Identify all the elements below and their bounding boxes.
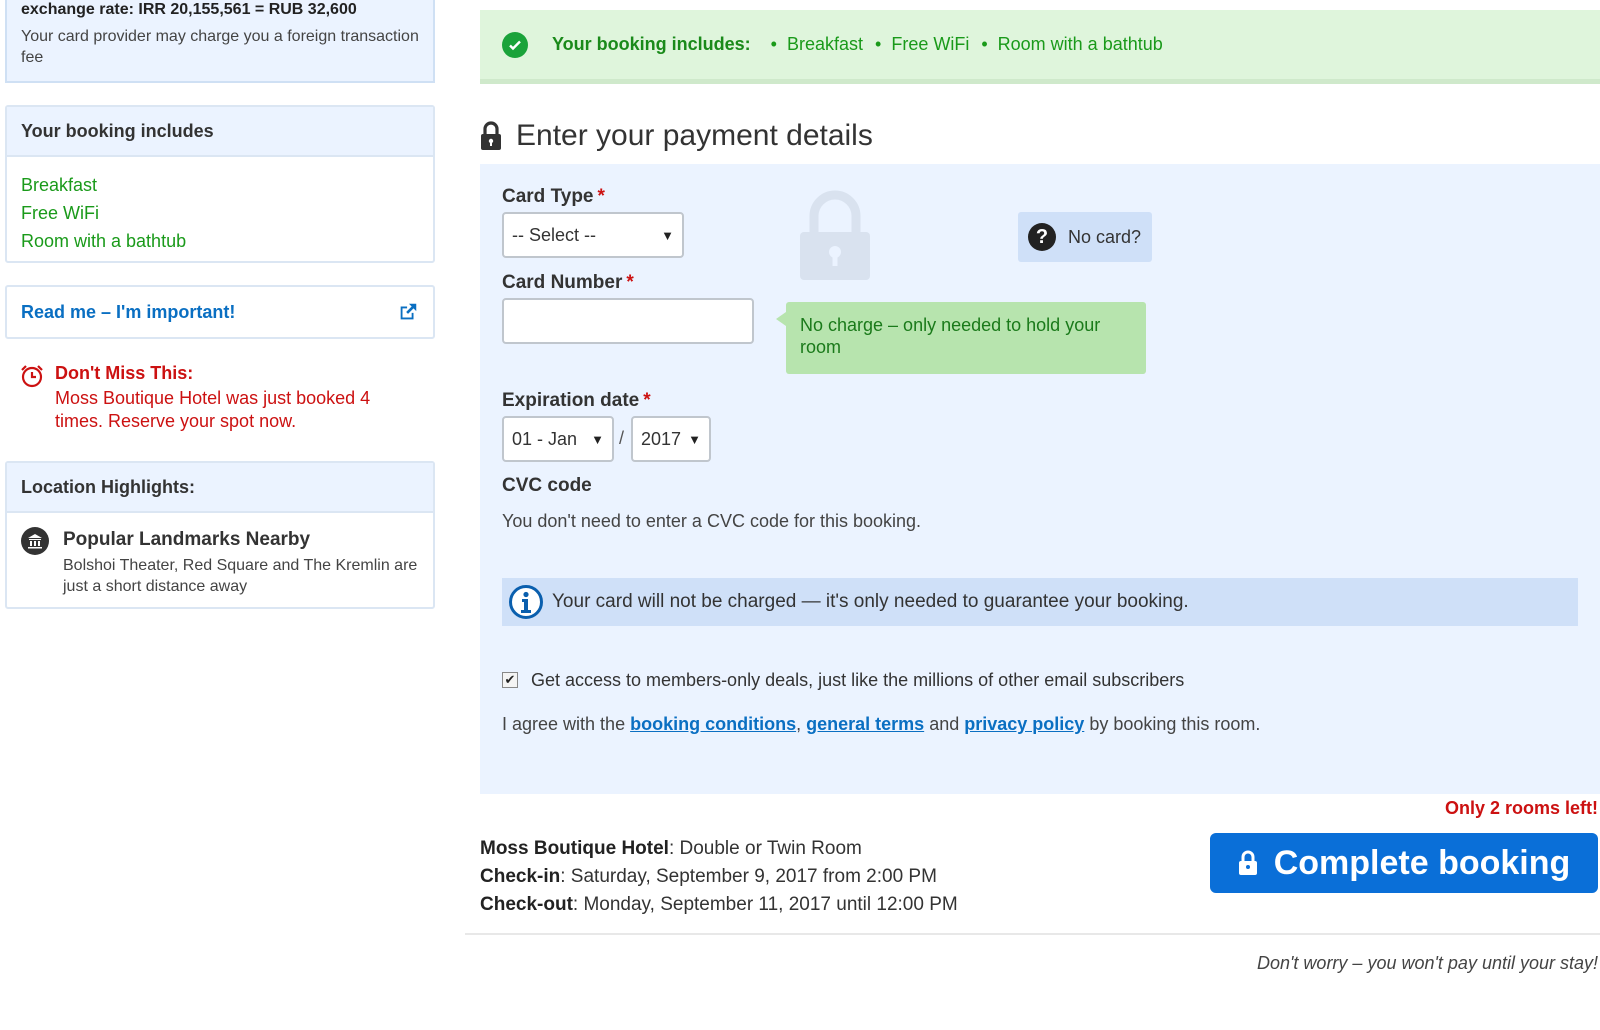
external-link-icon[interactable] xyxy=(397,301,419,323)
required-marker: * xyxy=(626,272,634,293)
reassurance-text: Don't worry – you won't pay until your s… xyxy=(1256,953,1598,973)
expiration-label-text: Expiration date xyxy=(502,390,640,411)
checkin-label: Check-in xyxy=(480,866,561,887)
include-item: Room with a bathtub xyxy=(21,231,187,251)
exchange-rate-box: exchange rate: IRR 20,155,561 = RUB 32,6… xyxy=(5,0,435,83)
exchange-rate-title: exchange rate: IRR 20,155,561 = RUB 32,6… xyxy=(21,1,357,18)
exchange-rate-note: Your card provider may charge you a fore… xyxy=(21,28,419,66)
location-text: Bolshoi Theater, Red Square and The Krem… xyxy=(63,557,418,595)
landmark-icon xyxy=(21,527,49,555)
opt-in-checkbox[interactable]: ✔ xyxy=(502,672,518,688)
agree-prefix: I agree with the xyxy=(502,714,626,734)
urgency-message: Don't Miss This: Moss Boutique Hotel was… xyxy=(5,361,435,461)
card-info-banner: Your card will not be charged — it's onl… xyxy=(502,578,1578,626)
complete-booking-label: Complete booking xyxy=(1273,843,1571,882)
payment-form: Card Type * -- Select -- ▼ ? No card? Car… xyxy=(480,164,1600,794)
location-highlights-box: Location Highlights: Popular Landmarks N… xyxy=(5,461,435,609)
caret-down-icon: ▼ xyxy=(591,431,604,447)
hotel-name: Moss Boutique Hotel xyxy=(480,838,669,859)
footer-divider xyxy=(465,933,1600,935)
alarm-clock-icon xyxy=(21,365,43,388)
lock-icon xyxy=(1238,850,1257,875)
agree-comma: , xyxy=(796,714,802,734)
required-marker: * xyxy=(597,186,605,207)
check-circle-icon xyxy=(502,31,528,58)
card-type-select[interactable]: -- Select -- ▼ xyxy=(502,212,684,258)
card-number-input[interactable] xyxy=(502,298,754,344)
card-number-tooltip: No charge – only needed to hold your roo… xyxy=(776,302,1146,374)
sidebar: exchange rate: IRR 20,155,561 = RUB 32,6… xyxy=(5,0,435,609)
booking-summary: Moss Boutique Hotel: Double or Twin Room… xyxy=(480,835,958,919)
banner-item: Free WiFi xyxy=(875,34,969,55)
caret-down-icon: ▼ xyxy=(661,227,674,243)
expiration-label: Expiration date * xyxy=(502,390,651,412)
privacy-policy-link[interactable]: privacy policy xyxy=(964,714,1084,734)
summary-checkin: Check-in: Saturday, September 9, 2017 fr… xyxy=(480,863,958,891)
checkin-value: : Saturday, September 9, 2017 from 2:00 … xyxy=(560,866,937,887)
card-type-label-text: Card Type xyxy=(502,186,594,207)
expiration-month-value: 01 - Jan xyxy=(512,428,578,449)
location-highlights-heading: Location Highlights: xyxy=(7,463,433,513)
summary-hotel: Moss Boutique Hotel: Double or Twin Room xyxy=(480,835,958,863)
location-title: Popular Landmarks Nearby xyxy=(63,529,311,550)
cvc-label: CVC code xyxy=(502,475,592,496)
expiration-year-select[interactable]: 2017 ▼ xyxy=(631,416,711,462)
urgency-text: Moss Boutique Hotel was just booked 4 ti… xyxy=(55,388,371,431)
card-number-label: Card Number * xyxy=(502,272,634,294)
urgency-title: Don't Miss This: xyxy=(55,363,194,383)
booking-includes-box: Your booking includes Breakfast Free WiF… xyxy=(5,105,435,263)
card-type-label: Card Type * xyxy=(502,186,605,208)
include-item: Free WiFi xyxy=(21,203,99,223)
booking-includes-banner: Your booking includes: Breakfast Free Wi… xyxy=(480,10,1600,84)
booking-conditions-link[interactable]: booking conditions xyxy=(630,714,796,734)
expiration-year-value: 2017 xyxy=(641,428,682,449)
card-type-value: -- Select -- xyxy=(512,224,597,245)
agree-suffix: by booking this room. xyxy=(1089,714,1261,734)
payment-header: Enter your payment details xyxy=(480,116,1600,156)
no-card-label: No card? xyxy=(1068,226,1142,247)
general-terms-link[interactable]: general terms xyxy=(806,714,924,734)
read-me-box[interactable]: Read me – I'm important! xyxy=(5,285,435,339)
agree-and: and xyxy=(929,714,960,734)
booking-includes-heading: Your booking includes xyxy=(7,107,433,157)
booking-includes-list: Breakfast Free WiFi Room with a bathtub xyxy=(7,157,433,269)
banner-item: Room with a bathtub xyxy=(981,34,1163,55)
info-circle-icon xyxy=(509,585,543,619)
opt-in-label: Get access to members-only deals, just l… xyxy=(531,670,1185,690)
banner-title: Your booking includes: xyxy=(552,34,751,54)
summary-checkout: Check-out: Monday, September 11, 2017 un… xyxy=(480,891,958,919)
expiration-month-select[interactable]: 01 - Jan ▼ xyxy=(502,416,614,462)
banner-item: Breakfast xyxy=(771,34,863,55)
checkout-value: : Monday, September 11, 2017 until 12:00… xyxy=(572,894,958,915)
expiration-separator: / xyxy=(619,428,625,448)
caret-down-icon: ▼ xyxy=(688,431,701,447)
complete-booking-button[interactable]: Complete booking xyxy=(1210,833,1598,893)
include-item: Breakfast xyxy=(21,175,98,195)
rooms-left-badge: Only 2 rooms left! xyxy=(1444,798,1598,818)
faded-lock-icon xyxy=(800,190,870,280)
room-type: : Double or Twin Room xyxy=(668,838,862,859)
cvc-note: You don't need to enter a CVC code for t… xyxy=(502,511,922,531)
payment-title: Enter your payment details xyxy=(516,119,873,152)
card-number-label-text: Card Number xyxy=(502,272,623,293)
required-marker: * xyxy=(643,390,651,411)
checkout-label: Check-out xyxy=(480,894,573,915)
info-text: Your card will not be charged — it's onl… xyxy=(552,591,1189,612)
location-highlight: Popular Landmarks Nearby Bolshoi Theater… xyxy=(7,513,433,611)
main-content: Your booking includes: Breakfast Free Wi… xyxy=(465,0,1600,973)
lock-icon xyxy=(481,121,501,150)
no-card-button[interactable]: ? No card? xyxy=(1018,212,1152,262)
question-circle-icon: ? xyxy=(1028,223,1056,251)
agreement-text: I agree with the booking conditions, gen… xyxy=(502,714,1260,735)
read-me-link[interactable]: Read me – I'm important! xyxy=(21,302,235,323)
